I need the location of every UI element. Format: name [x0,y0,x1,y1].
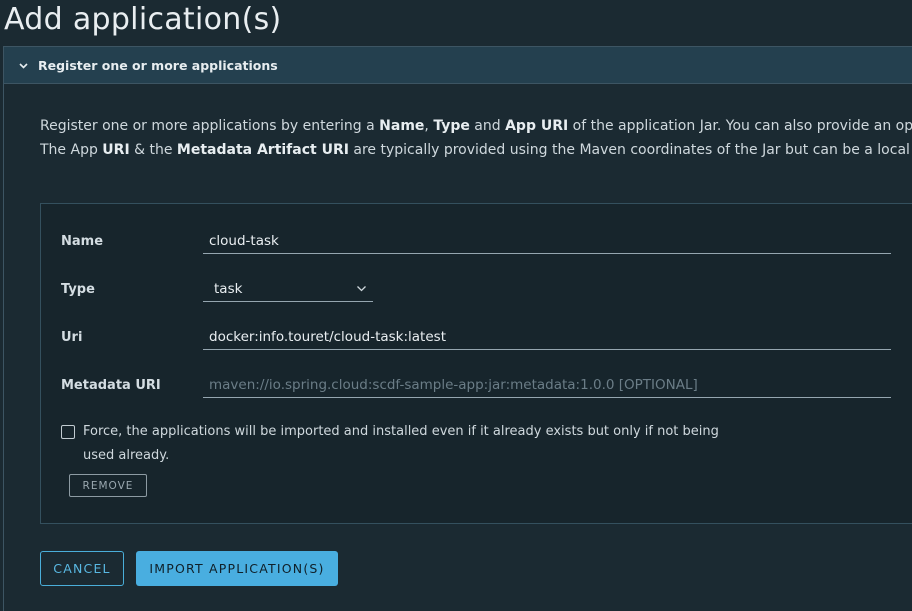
type-label: Type [61,281,95,297]
metadata-uri-input[interactable]: maven://io.spring.cloud:scdf-sample-app:… [203,372,891,398]
register-accordion: Register one or more applications Regist… [3,46,912,611]
uri-row: Uri docker:info.touret/cloud-task:latest [61,322,891,352]
remove-button[interactable]: REMOVE [69,474,147,497]
intro-line-1: Register one or more applications by ent… [40,118,912,134]
intro-line-2: The App URI & the Metadata Artifact URI … [40,142,912,158]
accordion-title: Register one or more applications [38,57,278,73]
uri-input[interactable]: docker:info.touret/cloud-task:latest [203,324,891,350]
cancel-button[interactable]: CANCEL [40,551,124,586]
metadata-row: Metadata URI maven://io.spring.cloud:scd… [61,370,891,400]
uri-label: Uri [61,329,83,345]
name-label: Name [61,233,104,249]
accordion-header[interactable]: Register one or more applications [4,47,912,84]
force-checkbox[interactable] [61,425,75,439]
import-applications-button[interactable]: IMPORT APPLICATION(S) [136,551,338,586]
intro-text: Register one or more applications by ent… [40,114,912,162]
type-select[interactable]: task [203,276,373,302]
metadata-label: Metadata URI [61,377,161,393]
chevron-down-icon [18,60,29,71]
type-select-value: task [214,280,243,297]
force-checkbox-label[interactable]: Force, the applications will be imported… [83,420,733,468]
name-input[interactable]: cloud-task [203,228,891,254]
application-form: Name cloud-task Type task Uri docker:inf… [40,203,912,524]
chevron-down-icon [356,283,367,294]
type-row: Type task [61,274,373,304]
name-row: Name cloud-task [61,226,891,256]
force-option: Force, the applications will be imported… [61,424,733,468]
page-title: Add application(s) [4,2,282,37]
